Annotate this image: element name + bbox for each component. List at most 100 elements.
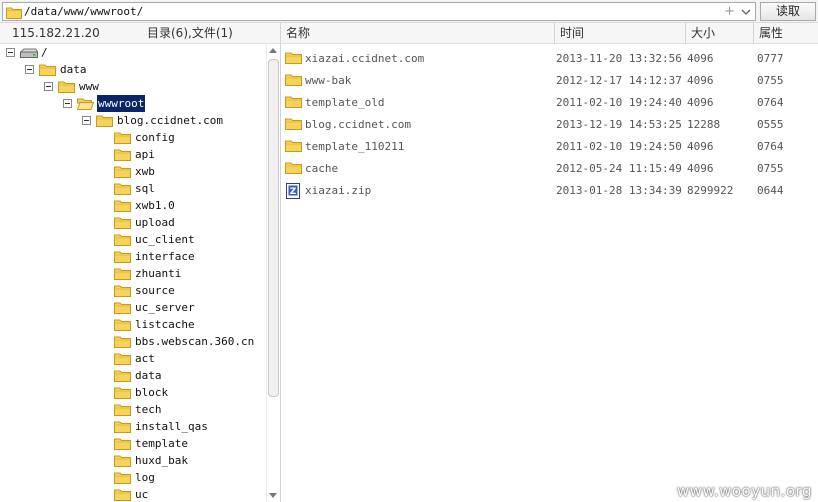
file-size: 4096: [687, 162, 714, 175]
folder-icon: [96, 115, 113, 127]
file-row[interactable]: www-bak 2012-12-17 14:12:37 4096 0755: [281, 70, 818, 92]
file-row[interactable]: cache 2012-05-24 11:15:49 4096 0755: [281, 158, 818, 180]
tree-node[interactable]: listcache: [0, 316, 266, 333]
tree-node[interactable]: act: [0, 350, 266, 367]
folder-icon: [114, 149, 131, 161]
column-header-size[interactable]: 大小: [685, 23, 753, 44]
tree-node-label: log: [135, 471, 155, 484]
folder-icon: [114, 217, 131, 229]
tree-node[interactable]: zhuanti: [0, 265, 266, 282]
folder-icon: [285, 162, 302, 174]
item-counts: 目录(6),文件(1): [147, 26, 233, 40]
column-header-name[interactable]: 名称: [281, 23, 554, 44]
file-name: xiazai.zip: [305, 184, 372, 197]
collapse-toggle-icon[interactable]: [6, 48, 15, 57]
tree-node[interactable]: blog.ccidnet.com: [0, 112, 266, 129]
column-header-time[interactable]: 时间: [554, 23, 685, 44]
tree-node[interactable]: interface: [0, 248, 266, 265]
tree-node-label: tech: [135, 403, 162, 416]
folder-icon: [114, 438, 131, 450]
folder-icon: [39, 64, 56, 76]
scrollbar-thumb[interactable]: [268, 59, 279, 397]
collapse-toggle-icon[interactable]: [63, 99, 72, 108]
tree-node[interactable]: wwwroot: [0, 94, 266, 113]
file-time: 2013-12-19 14:53:25: [556, 118, 682, 131]
tree-node[interactable]: uc_client: [0, 231, 266, 248]
file-row[interactable]: Zxiazai.zip 2013-01-28 13:34:39 8299922 064…: [281, 180, 818, 202]
scroll-up-icon[interactable]: [269, 48, 277, 53]
path-input[interactable]: /data/www/wwwroot/ +: [2, 2, 756, 21]
collapse-toggle-icon[interactable]: [82, 116, 91, 125]
file-name: blog.ccidnet.com: [305, 118, 411, 131]
tree-node[interactable]: template: [0, 435, 266, 452]
tree-node[interactable]: upload: [0, 214, 266, 231]
tree-node-label: zhuanti: [135, 267, 182, 280]
file-row[interactable]: template_110211 2011-02-10 19:24:50 4096 07…: [281, 136, 818, 158]
path-bar: /data/www/wwwroot/ + 读取: [0, 0, 818, 23]
tree-node-label: bbs.webscan.360.cn: [135, 335, 255, 348]
folder-icon: [285, 96, 302, 108]
tree-node-label: source: [135, 284, 175, 297]
tree-node[interactable]: api: [0, 146, 266, 163]
tree-node[interactable]: config: [0, 129, 266, 146]
file-attr: 0764: [757, 140, 784, 153]
file-time: 2013-11-20 13:32:56: [556, 52, 682, 65]
tree-node[interactable]: uc: [0, 486, 266, 502]
tree-node-label: uc_client: [135, 233, 195, 246]
tree-node[interactable]: sql: [0, 180, 266, 197]
collapse-toggle-icon[interactable]: [44, 82, 53, 91]
file-attr: 0644: [757, 184, 784, 197]
tree-node[interactable]: xwb: [0, 163, 266, 180]
tree-scrollbar[interactable]: [266, 44, 280, 502]
tree-node[interactable]: xwb1.0: [0, 197, 266, 214]
tree-header: 115.182.21.20 目录(6),文件(1): [0, 23, 280, 44]
folder-icon: [114, 404, 131, 416]
tree-node[interactable]: source: [0, 282, 266, 299]
column-header-attr[interactable]: 属性: [753, 23, 818, 44]
svg-text:Z: Z: [290, 187, 297, 197]
file-time: 2012-12-17 14:12:37: [556, 74, 682, 87]
chevron-down-icon[interactable]: [741, 8, 751, 16]
tree-node-label: /: [41, 46, 48, 59]
file-name: xiazai.ccidnet.com: [305, 52, 425, 65]
file-attr: 0555: [757, 118, 784, 131]
tree-node[interactable]: data: [0, 367, 266, 384]
tree-node-label: listcache: [135, 318, 195, 331]
folder-icon: [285, 118, 302, 130]
folder-icon: [114, 387, 131, 399]
watermark: www.wooyun.org: [676, 482, 812, 500]
file-name: www-bak: [305, 74, 352, 87]
file-time: 2011-02-10 19:24:50: [556, 140, 682, 153]
folder-icon: [114, 132, 131, 144]
add-bookmark-icon[interactable]: +: [724, 3, 735, 20]
file-row[interactable]: xiazai.ccidnet.com 2013-11-20 13:32:56 409…: [281, 48, 818, 70]
folder-icon: [114, 302, 131, 314]
tree-node[interactable]: tech: [0, 401, 266, 418]
folder-icon: [6, 7, 22, 19]
tree-node[interactable]: block: [0, 384, 266, 401]
tree-node[interactable]: bbs.webscan.360.cn: [0, 333, 266, 350]
tree-node[interactable]: install_qas: [0, 418, 266, 435]
tree-node-label: upload: [135, 216, 175, 229]
tree-node[interactable]: uc_server: [0, 299, 266, 316]
read-button[interactable]: 读取: [760, 2, 816, 21]
collapse-toggle-icon[interactable]: [25, 65, 34, 74]
scroll-down-icon[interactable]: [269, 493, 277, 498]
file-row[interactable]: blog.ccidnet.com 2013-12-19 14:53:25 12288…: [281, 114, 818, 136]
file-time: 2011-02-10 19:24:40: [556, 96, 682, 109]
tree-node[interactable]: data: [0, 61, 266, 78]
tree-node-label: huxd_bak: [135, 454, 188, 467]
file-size: 4096: [687, 140, 714, 153]
folder-icon: [114, 472, 131, 484]
tree-node[interactable]: www: [0, 78, 266, 95]
tree-node[interactable]: huxd_bak: [0, 452, 266, 469]
folder-icon: [58, 81, 75, 93]
file-row[interactable]: template_old 2011-02-10 19:24:40 4096 0764: [281, 92, 818, 114]
file-size: 4096: [687, 96, 714, 109]
tree-node-label: uc_server: [135, 301, 195, 314]
folder-icon: [114, 183, 131, 195]
tree-node-label: blog.ccidnet.com: [117, 114, 223, 127]
tree-node[interactable]: /: [0, 44, 266, 61]
tree-node-label: config: [135, 131, 175, 144]
tree-node[interactable]: log: [0, 469, 266, 486]
